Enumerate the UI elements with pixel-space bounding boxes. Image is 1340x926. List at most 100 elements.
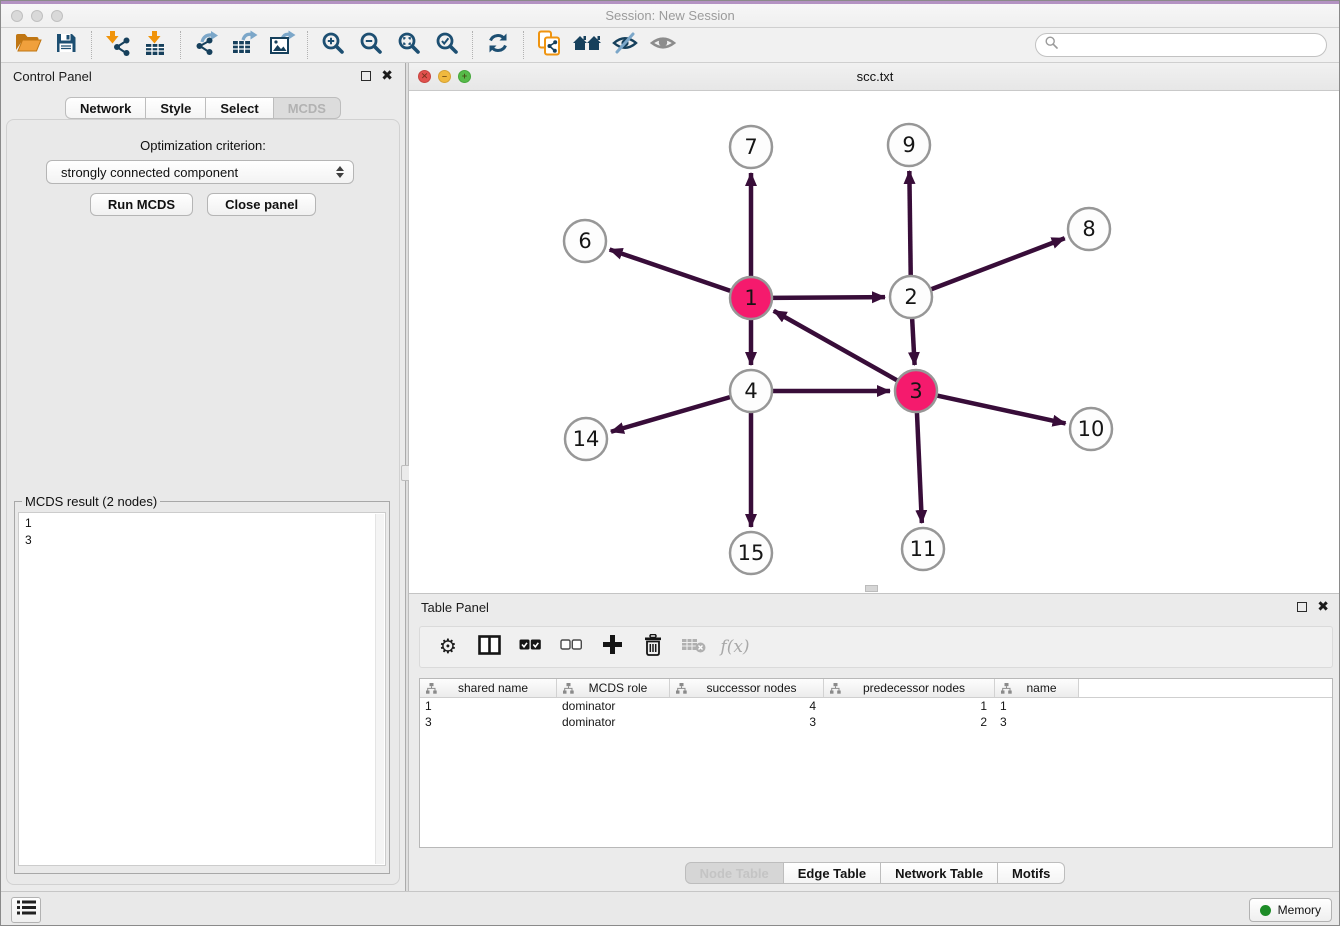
table-cell[interactable]: 3 <box>670 714 824 730</box>
table-cell[interactable]: dominator <box>557 714 670 730</box>
window-minimize-button[interactable] <box>31 10 43 22</box>
import-network-button[interactable] <box>98 30 136 60</box>
window-zoom-button[interactable] <box>51 10 63 22</box>
refresh-icon <box>486 31 510 60</box>
float-panel-icon[interactable] <box>1297 602 1307 612</box>
table-row[interactable]: 1dominator411 <box>420 698 1332 714</box>
hide-selected-button[interactable] <box>606 30 644 60</box>
table-cell[interactable]: 3 <box>420 714 557 730</box>
search-input[interactable] <box>1064 38 1317 52</box>
svg-text:11: 11 <box>910 537 937 561</box>
tab-network[interactable]: Network <box>65 97 146 119</box>
save-session-button[interactable] <box>47 30 85 60</box>
mcds-result-item[interactable]: 3 <box>25 532 379 549</box>
graph-node-4[interactable]: 4 <box>730 370 772 412</box>
tab-style[interactable]: Style <box>146 97 206 119</box>
import-table-button[interactable] <box>136 30 174 60</box>
network-maximize-button[interactable]: + <box>458 70 471 83</box>
table-cell[interactable]: 1 <box>824 698 995 714</box>
tab-select[interactable]: Select <box>206 97 273 119</box>
export-table-button[interactable] <box>225 30 263 60</box>
table-cell[interactable]: 1 <box>995 698 1079 714</box>
close-panel-icon[interactable]: ✖ <box>381 70 393 81</box>
show-all-button[interactable] <box>644 30 682 60</box>
table-cell[interactable]: 3 <box>995 714 1079 730</box>
export-network-button[interactable] <box>187 30 225 60</box>
table-settings-button[interactable]: ⚙ <box>435 633 461 661</box>
graph-node-15[interactable]: 15 <box>730 532 772 574</box>
task-history-button[interactable] <box>11 897 41 923</box>
graph-node-1[interactable]: 1 <box>730 277 772 319</box>
export-image-button[interactable] <box>263 30 301 60</box>
table-cell[interactable]: 2 <box>824 714 995 730</box>
tab-node-table[interactable]: Node Table <box>685 862 784 884</box>
graph-edge-2-8[interactable] <box>931 238 1065 289</box>
criterion-select[interactable]: strongly connected component <box>46 160 354 184</box>
graph-node-7[interactable]: 7 <box>730 126 772 168</box>
graph-node-6[interactable]: 6 <box>564 220 606 262</box>
unselect-all-columns-button[interactable] <box>558 633 584 661</box>
network-close-button[interactable]: ✕ <box>418 70 431 83</box>
tree-icon <box>1001 683 1012 694</box>
unchecked-boxes-icon <box>560 638 582 656</box>
zoom-selected-button[interactable] <box>428 30 466 60</box>
window-controls <box>11 10 63 22</box>
horizontal-splitter-handle[interactable] <box>865 585 878 592</box>
table-body: 1dominator4113dominator323 <box>420 698 1332 730</box>
tab-edge-table[interactable]: Edge Table <box>784 862 881 884</box>
graph-node-9[interactable]: 9 <box>888 124 930 166</box>
run-mcds-button[interactable]: Run MCDS <box>90 193 193 216</box>
network-graph[interactable]: 7 9 6 8 1 2 4 3 14 10 15 11 <box>409 91 1340 593</box>
table-cell[interactable]: 4 <box>670 698 824 714</box>
zoom-in-button[interactable] <box>314 30 352 60</box>
graph-edge-1-6[interactable] <box>610 249 732 291</box>
graph-edge-4-14[interactable] <box>611 397 731 432</box>
export-image-icon <box>269 30 296 61</box>
graph-node-14[interactable]: 14 <box>565 418 607 460</box>
show-columns-button[interactable] <box>476 633 502 661</box>
column-header-shared-name[interactable]: shared name <box>420 679 557 697</box>
zoom-out-button[interactable] <box>352 30 390 60</box>
create-column-button[interactable] <box>599 633 625 661</box>
table-cell[interactable]: dominator <box>557 698 670 714</box>
graph-edge-3-11[interactable] <box>917 412 922 523</box>
graph-edge-2-3[interactable] <box>912 318 915 365</box>
control-panel-title: Control Panel <box>13 69 92 84</box>
close-panel-icon[interactable]: ✖ <box>1317 601 1329 612</box>
graph-node-3[interactable]: 3 <box>895 370 937 412</box>
result-scrollbar[interactable] <box>375 514 384 864</box>
graph-edge-3-10[interactable] <box>937 395 1066 423</box>
network-canvas[interactable]: 7 9 6 8 1 2 4 3 14 10 15 11 <box>409 91 1340 593</box>
mcds-result-item[interactable]: 1 <box>25 515 379 532</box>
column-header-MCDS-role[interactable]: MCDS role <box>557 679 670 697</box>
graph-edge-2-9[interactable] <box>909 171 910 276</box>
tab-mcds[interactable]: MCDS <box>274 97 341 119</box>
open-session-button[interactable] <box>9 30 47 60</box>
column-header-successor-nodes[interactable]: successor nodes <box>670 679 824 697</box>
graph-node-2[interactable]: 2 <box>890 276 932 318</box>
graph-edge-3-1[interactable] <box>774 311 898 381</box>
graph-node-10[interactable]: 10 <box>1070 408 1112 450</box>
network-minimize-button[interactable]: – <box>438 70 451 83</box>
zoom-fit-button[interactable] <box>390 30 428 60</box>
select-all-columns-button[interactable] <box>517 633 543 661</box>
tab-motifs[interactable]: Motifs <box>998 862 1065 884</box>
delete-column-button[interactable] <box>640 633 666 661</box>
column-header-predecessor-nodes[interactable]: predecessor nodes <box>824 679 995 697</box>
graph-node-11[interactable]: 11 <box>902 528 944 570</box>
tab-network-table[interactable]: Network Table <box>881 862 998 884</box>
table-row[interactable]: 3dominator323 <box>420 714 1332 730</box>
graph-node-8[interactable]: 8 <box>1068 208 1110 250</box>
export-network-icon <box>193 30 219 61</box>
float-panel-icon[interactable] <box>361 71 371 81</box>
memory-button[interactable]: Memory <box>1249 898 1332 922</box>
column-header-name[interactable]: name <box>995 679 1079 697</box>
clone-network-button[interactable] <box>530 30 568 60</box>
search-box[interactable] <box>1035 33 1327 57</box>
table-cell[interactable]: 1 <box>420 698 557 714</box>
graph-edge-1-2[interactable] <box>772 297 885 298</box>
refresh-view-button[interactable] <box>479 30 517 60</box>
close-panel-button[interactable]: Close panel <box>207 193 316 216</box>
first-neighbors-button[interactable] <box>568 30 606 60</box>
window-close-button[interactable] <box>11 10 23 22</box>
